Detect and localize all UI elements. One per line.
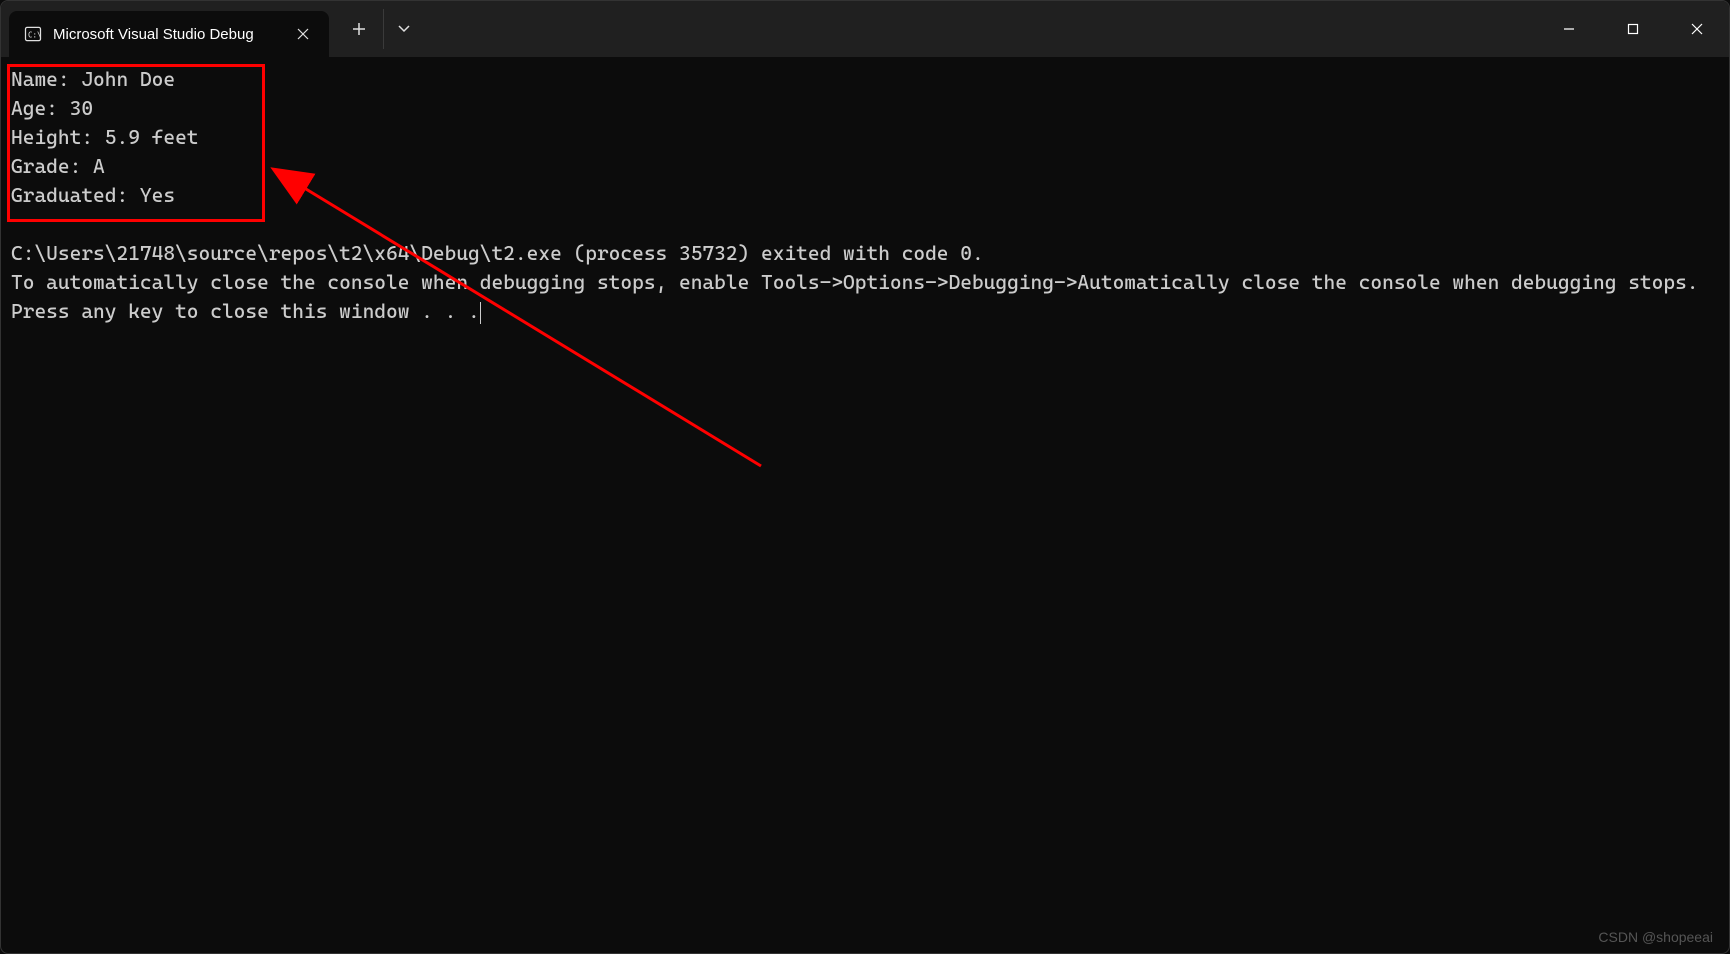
minimize-button[interactable] (1537, 1, 1601, 57)
window-controls (1537, 1, 1729, 57)
svg-text:C:\: C:\ (28, 30, 42, 39)
exit-message: C:\Users\21748\source\repos\t2\x64\Debug… (11, 241, 984, 265)
text-cursor (480, 302, 481, 324)
console-output: Name: John Doe Age: 30 Height: 5.9 feet … (1, 57, 1729, 334)
tab-close-button[interactable] (291, 22, 315, 46)
tab-title: Microsoft Visual Studio Debug (53, 26, 254, 43)
maximize-button[interactable] (1601, 1, 1665, 57)
output-line: Name: John Doe (11, 67, 175, 91)
active-tab[interactable]: C:\ Microsoft Visual Studio Debug (9, 11, 329, 57)
console-window: C:\ Microsoft Visual Studio Debug (0, 0, 1730, 954)
output-line: Height: 5.9 feet (11, 125, 199, 149)
watermark: CSDN @shopeeai (1598, 929, 1713, 945)
output-line: Age: 30 (11, 96, 93, 120)
output-line: Grade: A (11, 154, 105, 178)
auto-close-message: To automatically close the console when … (11, 270, 1699, 294)
close-button[interactable] (1665, 1, 1729, 57)
press-key-message: Press any key to close this window . . . (11, 299, 480, 323)
titlebar-left: C:\ Microsoft Visual Studio Debug (1, 1, 423, 57)
titlebar: C:\ Microsoft Visual Studio Debug (1, 1, 1729, 57)
terminal-icon: C:\ (23, 24, 43, 44)
new-tab-button[interactable] (339, 9, 379, 49)
output-line: Graduated: Yes (11, 183, 175, 207)
tab-dropdown-button[interactable] (383, 9, 423, 49)
